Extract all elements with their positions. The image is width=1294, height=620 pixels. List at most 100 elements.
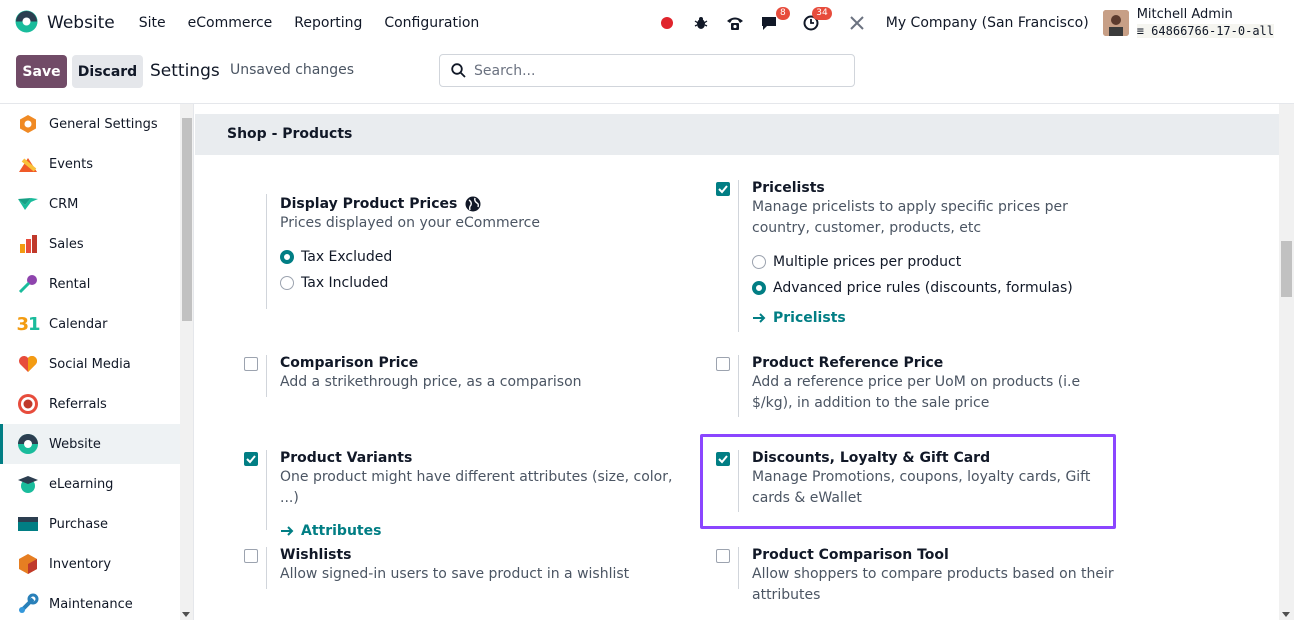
- setting-divider: [266, 355, 267, 397]
- link-label: Pricelists: [773, 310, 846, 326]
- sidebar-scrollbar-thumb[interactable]: [182, 118, 192, 321]
- user-menu[interactable]: Mitchell Admin ≡ 64866766-17-0-all: [1136, 8, 1274, 38]
- sidebar-item-label: General Settings: [49, 116, 158, 132]
- search-icon: [451, 63, 466, 78]
- radio-multiple-prices[interactable]: Multiple prices per product: [752, 249, 1122, 275]
- arrow-right-icon: [752, 312, 766, 324]
- save-button[interactable]: Save: [16, 55, 67, 88]
- setting-product-comparison-tool: Product Comparison Tool Allow shoppers t…: [713, 547, 1153, 607]
- phone-icon[interactable]: [724, 12, 746, 34]
- sidebar-item-crm[interactable]: CRM: [0, 184, 180, 224]
- attributes-link[interactable]: Attributes: [280, 523, 680, 539]
- general-settings-icon: [17, 113, 39, 135]
- sidebar-item-purchase[interactable]: Purchase: [0, 504, 180, 544]
- discard-button[interactable]: Discard: [72, 55, 143, 88]
- setting-product-variants: Product Variants One product might have …: [241, 450, 681, 539]
- tools-icon[interactable]: [846, 12, 868, 34]
- main-scrollbar-thumb[interactable]: [1281, 241, 1292, 297]
- checkmark-icon: [718, 185, 728, 194]
- menu-reporting[interactable]: Reporting: [294, 15, 362, 31]
- sidebar-item-label: Website: [49, 436, 101, 452]
- sidebar-item-rental[interactable]: Rental: [0, 264, 180, 304]
- setting-description: Add a strikethrough price, as a comparis…: [280, 374, 582, 390]
- sidebar-item-social-media[interactable]: Social Media: [0, 344, 180, 384]
- control-panel: Save Discard Settings Unsaved changes: [0, 46, 1294, 104]
- setting-title: Wishlists: [280, 547, 352, 563]
- sidebar-item-referrals[interactable]: Referrals: [0, 384, 180, 424]
- comparison-tool-checkbox[interactable]: [716, 549, 730, 563]
- sidebar-item-maintenance[interactable]: Maintenance: [0, 584, 180, 620]
- setting-divider: [738, 547, 739, 589]
- sidebar-item-calendar[interactable]: 31 Calendar: [0, 304, 180, 344]
- tax-radio-group: Tax Excluded Tax Included: [280, 244, 660, 296]
- sidebar-item-label: Maintenance: [49, 596, 133, 612]
- bug-icon[interactable]: [690, 12, 712, 34]
- setting-divider: [266, 194, 267, 309]
- menu-site[interactable]: Site: [139, 15, 166, 31]
- app-brand[interactable]: Website: [14, 9, 115, 38]
- messages-badge: 8: [776, 7, 790, 20]
- search-input[interactable]: [474, 62, 834, 79]
- wishlists-checkbox[interactable]: [244, 549, 258, 563]
- scroll-down-icon[interactable]: [1282, 612, 1290, 617]
- activity-clock-icon[interactable]: 34: [800, 7, 832, 34]
- sidebar-item-label: Purchase: [49, 516, 109, 532]
- setting-title: Display Product Prices: [280, 196, 458, 212]
- variants-checkbox[interactable]: [244, 452, 258, 466]
- main-scrollbar[interactable]: [1279, 104, 1294, 620]
- search-box: [439, 54, 855, 87]
- setting-description: Manage pricelists to apply specific pric…: [752, 199, 1068, 236]
- sidebar-scrollbar[interactable]: [180, 104, 194, 620]
- sidebar-item-inventory[interactable]: Inventory: [0, 544, 180, 584]
- radio-advanced-rules[interactable]: Advanced price rules (discounts, formula…: [752, 275, 1122, 301]
- highlight-box: [700, 434, 1116, 529]
- sidebar-item-general-settings[interactable]: General Settings: [0, 104, 180, 144]
- sidebar-item-sales[interactable]: Sales: [0, 224, 180, 264]
- sidebar-item-label: Social Media: [49, 356, 131, 372]
- radio-tax-excluded[interactable]: Tax Excluded: [280, 244, 660, 270]
- purchase-icon: [17, 513, 39, 535]
- record-icon[interactable]: [656, 12, 678, 34]
- setting-divider: [266, 450, 267, 530]
- top-navbar: Website Site eCommerce Reporting Configu…: [0, 0, 1294, 46]
- globe-icon: [465, 196, 481, 212]
- sidebar-item-label: Rental: [49, 276, 91, 292]
- company-switcher[interactable]: My Company (San Francisco): [886, 15, 1089, 31]
- sidebar-item-label: Events: [49, 156, 94, 172]
- setting-description: One product might have different attribu…: [280, 469, 673, 506]
- setting-title: Product Comparison Tool: [752, 547, 949, 563]
- reference-price-checkbox[interactable]: [716, 357, 730, 371]
- pricelists-link[interactable]: Pricelists: [752, 310, 1122, 326]
- sidebar-item-label: Sales: [49, 236, 84, 252]
- menu-ecommerce[interactable]: eCommerce: [188, 15, 273, 31]
- setting-description: Allow shoppers to compare products based…: [752, 566, 1114, 603]
- calendar-icon: 31: [16, 313, 40, 335]
- setting-description: Prices displayed on your eCommerce: [280, 215, 540, 231]
- scroll-down-icon[interactable]: [182, 612, 190, 617]
- pricelist-radio-group: Multiple prices per product Advanced pri…: [752, 249, 1122, 301]
- radio-tax-included[interactable]: Tax Included: [280, 270, 660, 296]
- messages-icon[interactable]: 8: [758, 7, 790, 34]
- radio-label: Advanced price rules (discounts, formula…: [773, 280, 1073, 296]
- section-title: Shop - Products: [195, 114, 1279, 155]
- comparison-price-checkbox[interactable]: [244, 357, 258, 371]
- page-title: Settings: [150, 61, 220, 81]
- radio-selected-icon: [280, 250, 294, 264]
- user-avatar[interactable]: [1102, 10, 1129, 36]
- database-name: ≡ 64866766-17-0-all: [1136, 24, 1274, 38]
- menu-configuration[interactable]: Configuration: [384, 15, 479, 31]
- setting-title: Product Variants: [280, 450, 413, 466]
- sidebar-item-events[interactable]: Events: [0, 144, 180, 184]
- radio-unselected-icon: [280, 276, 294, 290]
- sidebar-item-website[interactable]: Website: [0, 424, 180, 464]
- database-icon: ≡: [1136, 24, 1144, 38]
- sidebar-item-elearning[interactable]: eLearning: [0, 464, 180, 504]
- website-app-icon: [14, 9, 39, 38]
- unsaved-indicator: Unsaved changes: [230, 62, 355, 78]
- maintenance-icon: [17, 593, 39, 615]
- pricelists-checkbox[interactable]: [716, 182, 730, 196]
- setting-display-product-prices: Display Product Prices Prices displayed …: [241, 194, 661, 314]
- setting-title: Pricelists: [752, 180, 825, 196]
- sidebar-item-label: Inventory: [49, 556, 112, 572]
- settings-sidebar: General Settings Events CRM Sales Rental…: [0, 104, 180, 620]
